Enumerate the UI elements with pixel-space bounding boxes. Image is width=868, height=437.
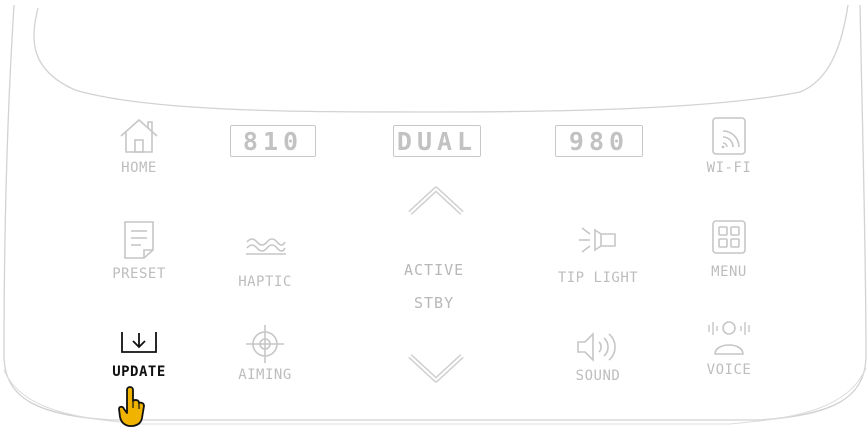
- preset-label: PRESET: [112, 266, 166, 282]
- aiming-button[interactable]: AIMING: [210, 323, 320, 383]
- menu-button[interactable]: MENU: [674, 219, 784, 280]
- haptic-label: HAPTIC: [238, 274, 292, 290]
- hand-pointer-icon: [116, 384, 146, 434]
- home-label: HOME: [121, 160, 157, 176]
- active-mode-button[interactable]: ACTIVE: [404, 261, 464, 279]
- control-panel: 810 DUAL 980 HOME WI-FI PRESET HAPTIC AC…: [0, 0, 868, 437]
- tip-light-button[interactable]: TIP LIGHT: [543, 224, 653, 286]
- home-icon: [117, 116, 161, 154]
- crosshair-icon: [244, 323, 286, 365]
- flashlight-icon: [575, 224, 621, 256]
- speaker-icon: [574, 330, 622, 364]
- home-button[interactable]: HOME: [84, 116, 194, 176]
- chevron-down-icon: [407, 354, 465, 388]
- sound-button[interactable]: SOUND: [543, 330, 653, 384]
- tip-light-label: TIP LIGHT: [557, 270, 639, 286]
- haptic-button[interactable]: HAPTIC: [210, 234, 320, 290]
- voice-icon: [704, 320, 754, 356]
- update-label: UPDATE: [112, 364, 166, 380]
- voice-label: VOICE: [706, 362, 752, 378]
- wifi-icon: [711, 116, 747, 156]
- waves-icon: [244, 234, 286, 256]
- document-icon: [122, 220, 156, 260]
- right-power-display[interactable]: 980: [555, 125, 643, 157]
- sound-label: SOUND: [575, 368, 621, 384]
- update-button[interactable]: UPDATE: [84, 330, 194, 380]
- chevron-up-icon: [407, 186, 465, 221]
- down-arrow-button[interactable]: [407, 352, 465, 388]
- aiming-label: AIMING: [238, 367, 292, 383]
- mode-display[interactable]: DUAL: [393, 125, 481, 157]
- menu-label: MENU: [711, 264, 747, 280]
- wifi-label: WI-FI: [706, 160, 752, 176]
- up-arrow-button[interactable]: [407, 185, 465, 221]
- wifi-button[interactable]: WI-FI: [674, 116, 784, 176]
- preset-button[interactable]: PRESET: [84, 220, 194, 282]
- left-power-display[interactable]: 810: [230, 125, 316, 157]
- voice-button[interactable]: VOICE: [674, 320, 784, 378]
- standby-mode-button[interactable]: STBY: [414, 294, 454, 312]
- download-icon: [120, 330, 158, 354]
- grid-icon: [711, 219, 747, 255]
